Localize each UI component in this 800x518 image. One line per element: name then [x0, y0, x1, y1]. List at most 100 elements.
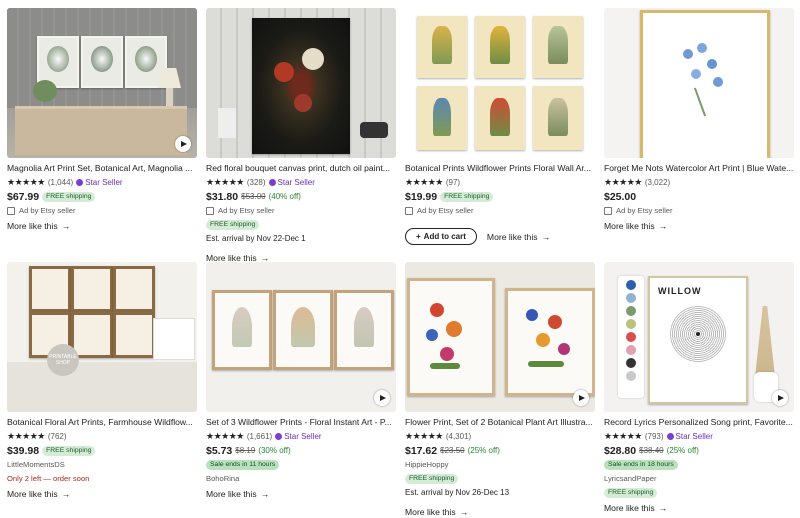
review-count: (328)	[246, 178, 266, 187]
arrow-right-icon: →	[658, 503, 668, 513]
arrow-right-icon: →	[61, 221, 71, 231]
more-like-this-link[interactable]: More like this →	[604, 502, 794, 514]
original-price: $23.50	[440, 446, 465, 455]
review-count: (1,661)	[246, 432, 273, 441]
ad-icon	[7, 206, 15, 215]
shop-name[interactable]: LyricsandPaper	[604, 473, 794, 484]
discount: (25% off)	[666, 446, 699, 455]
plus-icon: +	[416, 232, 421, 241]
listing-title[interactable]: Botanical Floral Art Prints, Farmhouse W…	[7, 417, 197, 428]
review-count: (97)	[445, 178, 461, 187]
listing-card[interactable]: Magnolia Art Print Set, Botanical Art, M…	[7, 8, 197, 232]
listing-title[interactable]: Forget Me Nots Watercolor Art Print | Bl…	[604, 163, 794, 174]
sale-badge: Sale ends in 11 hours	[206, 459, 280, 470]
discount: (30% off)	[258, 446, 291, 455]
review-count: (3,022)	[644, 178, 671, 187]
star-seller-icon	[268, 179, 276, 186]
sale-badge: Sale ends in 18 hours	[604, 459, 678, 470]
ad-label: Ad by Etsy seller	[218, 206, 275, 215]
more-like-this-link[interactable]: More like this →	[604, 220, 794, 232]
ad-label: Ad by Etsy seller	[19, 206, 76, 215]
arrow-right-icon: →	[541, 231, 551, 242]
listing-title[interactable]: Botanical Prints Wildflower Prints Flora…	[405, 163, 595, 174]
rating-stars-icon: ★★★★★	[7, 431, 45, 441]
ad-label: Ad by Etsy seller	[417, 206, 474, 215]
more-like-this-link[interactable]: More like this →	[7, 488, 197, 500]
estimated-arrival: Est. arrival by Nov 22-Dec 1	[206, 234, 306, 243]
arrow-right-icon: →	[260, 489, 270, 499]
free-shipping-badge: FREE shipping	[604, 487, 658, 498]
listing-title[interactable]: Set of 3 Wildflower Prints - Floral Inst…	[206, 417, 396, 428]
discount: (25% off)	[467, 446, 500, 455]
price: $5.73	[206, 444, 233, 457]
free-shipping-badge: FREE shipping	[42, 445, 96, 456]
review-count: (762)	[47, 432, 67, 441]
listing-card[interactable]: WILLOW Record Lyrics Personalized Song p…	[604, 262, 794, 514]
listing-image[interactable]	[7, 8, 197, 158]
free-shipping-badge: FREE shipping	[440, 191, 494, 202]
review-count: (4,301)	[445, 432, 472, 441]
arrow-right-icon: →	[459, 507, 469, 517]
star-seller-icon	[275, 433, 283, 440]
play-video-icon[interactable]	[175, 136, 191, 152]
rating-stars-icon: ★★★★★	[206, 431, 244, 441]
listing-image[interactable]: WILLOW	[604, 262, 794, 412]
shop-name[interactable]: LittleMomentsDS	[7, 459, 197, 470]
price: $19.99	[405, 190, 438, 203]
listing-image[interactable]: PRINTABLE SHOP	[7, 262, 197, 412]
free-shipping-badge: FREE shipping	[42, 191, 96, 202]
listing-card[interactable]: Botanical Prints Wildflower Prints Flora…	[405, 8, 595, 245]
original-price: $53.00	[241, 192, 266, 201]
price: $28.80	[604, 444, 637, 457]
ad-icon	[405, 206, 413, 215]
more-like-this-link[interactable]: More like this →	[206, 488, 396, 500]
rating-stars-icon: ★★★★★	[7, 177, 45, 187]
shop-name[interactable]: HippieHoppy	[405, 459, 595, 470]
listing-card[interactable]: Forget Me Nots Watercolor Art Print | Bl…	[604, 8, 794, 232]
ad-label: Ad by Etsy seller	[616, 206, 673, 215]
rating-stars-icon: ★★★★★	[604, 431, 642, 441]
listing-card[interactable]: PRINTABLE SHOP Botanical Floral Art Prin…	[7, 262, 197, 500]
record-title: WILLOW	[658, 286, 702, 296]
listing-image[interactable]	[604, 8, 794, 158]
listing-title[interactable]: Record Lyrics Personalized Song print, F…	[604, 417, 794, 428]
ad-icon	[206, 206, 214, 215]
rating-stars-icon: ★★★★★	[206, 177, 244, 187]
arrow-right-icon: →	[61, 489, 71, 499]
star-seller-badge: Star Seller	[76, 178, 123, 187]
listing-card[interactable]: Flower Print, Set of 2 Botanical Plant A…	[405, 262, 595, 518]
shop-name[interactable]: BohoRina	[206, 473, 396, 484]
listing-image[interactable]	[206, 262, 396, 412]
discount: (40% off)	[268, 192, 301, 201]
more-like-this-link[interactable]: More like this →	[7, 220, 197, 232]
listing-card[interactable]: Red floral bouquet canvas print, dutch o…	[206, 8, 396, 264]
price: $25.00	[604, 190, 637, 203]
original-price: $8.19	[235, 446, 256, 455]
review-count: (793)	[644, 432, 664, 441]
star-seller-badge: Star Seller	[666, 432, 713, 441]
price: $31.80	[206, 190, 239, 203]
play-video-icon[interactable]	[374, 390, 390, 406]
price: $17.62	[405, 444, 438, 457]
listing-image[interactable]	[206, 8, 396, 158]
more-like-this-link[interactable]: More like this →	[487, 231, 550, 243]
listing-image[interactable]	[405, 8, 595, 158]
listing-title[interactable]: Flower Print, Set of 2 Botanical Plant A…	[405, 417, 595, 428]
play-video-icon[interactable]	[573, 390, 589, 406]
estimated-arrival: Est. arrival by Nov 26-Dec 13	[405, 488, 510, 497]
free-shipping-badge: FREE shipping	[206, 219, 260, 230]
listing-title[interactable]: Magnolia Art Print Set, Botanical Art, M…	[7, 163, 197, 174]
listing-image[interactable]	[405, 262, 595, 412]
star-seller-icon	[666, 433, 674, 440]
rating-stars-icon: ★★★★★	[604, 177, 642, 187]
listing-card[interactable]: Set of 3 Wildflower Prints - Floral Inst…	[206, 262, 396, 500]
play-video-icon[interactable]	[772, 390, 788, 406]
arrow-right-icon: →	[658, 221, 668, 231]
review-count: (1,044)	[47, 178, 74, 187]
star-seller-badge: Star Seller	[275, 432, 322, 441]
price: $39.98	[7, 444, 40, 457]
rating-stars-icon: ★★★★★	[405, 431, 443, 441]
add-to-cart-button[interactable]: + Add to cart	[405, 228, 477, 245]
stock-warning: Only 2 left — order soon	[7, 474, 90, 483]
listing-title[interactable]: Red floral bouquet canvas print, dutch o…	[206, 163, 396, 174]
